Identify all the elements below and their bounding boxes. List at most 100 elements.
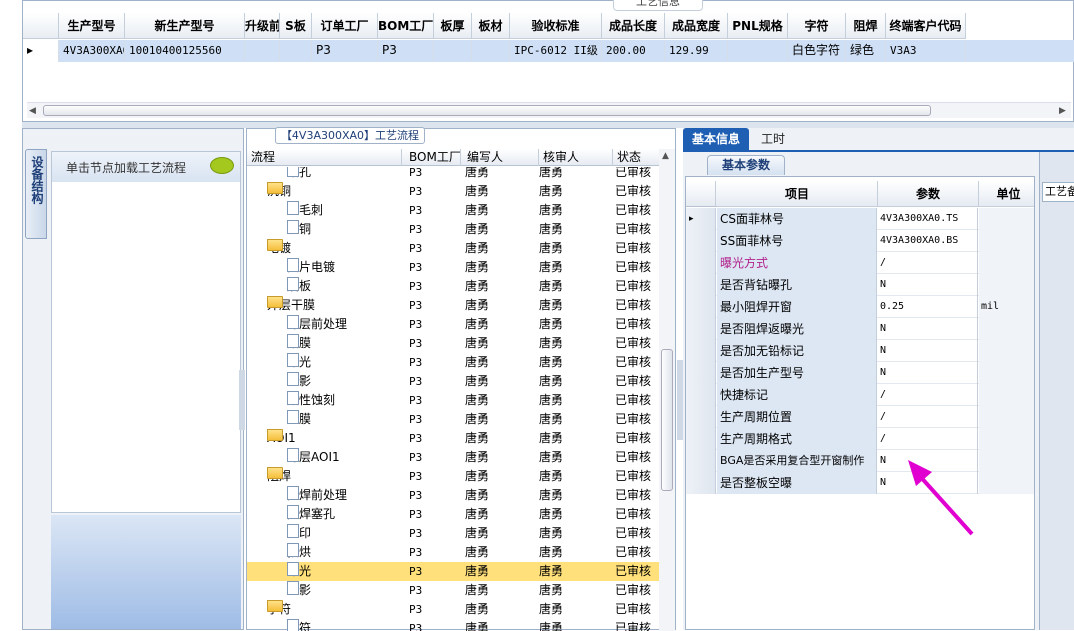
col-header[interactable]: 订单工厂 (312, 13, 378, 39)
row-selector[interactable] (686, 472, 716, 494)
table-cell[interactable] (280, 40, 312, 62)
tab-work-hours[interactable]: 工时 (753, 128, 793, 150)
row-selector[interactable] (686, 252, 716, 274)
tree-row[interactable]: 外层AOI1 P3 唐勇 唐勇 已审核 (247, 448, 661, 467)
tree-node-label[interactable]: 预烘 (287, 543, 311, 562)
tree-row[interactable]: −沉铜 P3 唐勇 唐勇 已审核 (247, 182, 661, 201)
tree-node-label[interactable]: −外层干膜 (267, 296, 315, 315)
col-header[interactable]: PNL规格 (728, 13, 788, 39)
vertical-tab-equipment[interactable]: 设备结构 (25, 149, 47, 239)
param-row[interactable]: ▸ CS面菲林号 4V3A300XA0.TS (686, 208, 1034, 230)
row-selector[interactable] (686, 340, 716, 362)
param-row[interactable]: 是否背钻曝孔 N (686, 274, 1034, 296)
tree-node-label[interactable]: 外层AOI1 (287, 448, 340, 467)
tree-node-label[interactable]: 外层前处理 (287, 315, 347, 334)
row-selector[interactable] (686, 406, 716, 428)
table-cell[interactable]: 白色字符 (788, 40, 846, 62)
table-cell[interactable]: 129.99 (665, 40, 728, 62)
tree-node-label[interactable]: 酸性蚀刻 (287, 391, 335, 410)
process-tree[interactable]: 钻孔P3唐勇唐勇已审核−沉铜P3唐勇唐勇已审核去毛刺P3唐勇唐勇已审核沉铜P3唐… (247, 167, 661, 631)
row-selector[interactable] (686, 450, 716, 472)
tree-node-label[interactable]: 钻孔 (287, 167, 311, 182)
param-row[interactable]: 快捷标记 / (686, 384, 1034, 406)
tree-node-label[interactable]: 曝光 (287, 562, 311, 581)
table-cell[interactable]: V3A3 (886, 40, 966, 62)
scroll-thumb[interactable] (661, 349, 673, 491)
tree-row[interactable]: 字符 P3 唐勇 唐勇 已审核 (247, 619, 661, 631)
tree-row[interactable]: 显影 P3 唐勇 唐勇 已审核 (247, 372, 661, 391)
tree-node-label[interactable]: 显影 (287, 581, 311, 600)
col-header[interactable]: 核审人 (539, 149, 613, 166)
tree-row[interactable]: 预烘 P3 唐勇 唐勇 已审核 (247, 543, 661, 562)
tree-node-label[interactable]: −字符 (267, 600, 291, 619)
tree-node-label[interactable]: 负片电镀 (287, 258, 335, 277)
param-value[interactable]: N (878, 340, 978, 362)
subtab-basic-params[interactable]: 基本参数 (707, 155, 785, 175)
col-header[interactable]: 生产型号 (59, 13, 125, 39)
tree-node-label[interactable]: 丝印 (287, 524, 311, 543)
param-row[interactable]: 生产周期位置 / (686, 406, 1034, 428)
param-row[interactable]: 生产周期格式 / (686, 428, 1034, 450)
tree-node-label[interactable]: −阻焊 (267, 467, 291, 486)
tree-row[interactable]: −字符 P3 唐勇 唐勇 已审核 (247, 600, 661, 619)
scroll-up-arrow-icon[interactable]: ▲ (662, 151, 669, 161)
param-row[interactable]: 最小阻焊开窗 0.25 mil (686, 296, 1034, 318)
row-selector[interactable]: ▸ (686, 208, 716, 230)
tree-node-label[interactable]: 磨板 (287, 277, 311, 296)
tree-row[interactable]: 显影 P3 唐勇 唐勇 已审核 (247, 581, 661, 600)
tree-row[interactable]: 阻焊前处理 P3 唐勇 唐勇 已审核 (247, 486, 661, 505)
tree-node-label[interactable]: 字符 (287, 619, 311, 631)
row-selector[interactable] (686, 384, 716, 406)
tree-node-label[interactable]: 去毛刺 (287, 201, 323, 220)
param-value[interactable]: / (878, 384, 978, 406)
row-selector[interactable] (686, 230, 716, 252)
tree-row[interactable]: 去毛刺 P3 唐勇 唐勇 已审核 (247, 201, 661, 220)
table-cell[interactable]: 4V3A300XA0 (59, 40, 125, 62)
col-header[interactable]: 流程 (247, 149, 402, 166)
tree-row[interactable]: −AOI1 P3 唐勇 唐勇 已审核 (247, 429, 661, 448)
col-header[interactable]: 板厚 (434, 13, 472, 39)
tree-row[interactable]: −阻焊 P3 唐勇 唐勇 已审核 (247, 467, 661, 486)
table-cell[interactable] (472, 40, 510, 62)
param-value[interactable]: N (878, 318, 978, 340)
tree-row[interactable]: 负片电镀 P3 唐勇 唐勇 已审核 (247, 258, 661, 277)
vertical-scrollbar[interactable]: ▲ (659, 149, 675, 631)
scroll-left-arrow-icon[interactable]: ◀ (29, 106, 36, 116)
table-cell[interactable]: P3 (378, 40, 434, 62)
col-header[interactable]: 新生产型号 (125, 13, 245, 39)
tab-basic-info[interactable]: 基本信息 (683, 128, 749, 150)
table-cell[interactable] (434, 40, 472, 62)
splitter-left[interactable] (239, 370, 245, 430)
param-value[interactable]: / (878, 428, 978, 450)
table-cell[interactable] (245, 40, 280, 62)
tree-row[interactable]: 曝光 P3 唐勇 唐勇 已审核 (247, 562, 661, 581)
horizontal-scrollbar[interactable]: ◀ ▶ (27, 102, 1071, 118)
tree-node-label[interactable]: 退膜 (287, 410, 311, 429)
tree-row[interactable]: 阻焊塞孔 P3 唐勇 唐勇 已审核 (247, 505, 661, 524)
row-selector[interactable] (686, 428, 716, 450)
table-cell[interactable] (728, 40, 788, 62)
row-selector[interactable] (686, 296, 716, 318)
param-row[interactable]: 是否整板空曝 N (686, 472, 1034, 494)
col-header[interactable]: 验收标准 (510, 13, 602, 39)
scroll-right-arrow-icon[interactable]: ▶ (1059, 106, 1066, 116)
param-value[interactable]: 0.25 (878, 296, 978, 318)
param-value[interactable]: N (878, 362, 978, 384)
col-header[interactable]: 升级前旧生产型号 (245, 13, 280, 39)
param-row[interactable]: 是否阻焊返曝光 N (686, 318, 1034, 340)
tree-row[interactable]: 钻孔 P3 唐勇 唐勇 已审核 (247, 167, 661, 182)
tree-node-label[interactable]: 显影 (287, 372, 311, 391)
col-header[interactable]: 编写人 (463, 149, 539, 166)
tree-node-label[interactable]: 曝光 (287, 353, 311, 372)
tree-node-label[interactable]: −AOI1 (267, 429, 296, 448)
col-header[interactable]: BOM工厂 (378, 13, 434, 39)
tree-node-label[interactable]: −电镀 (267, 239, 291, 258)
row-selector[interactable] (686, 362, 716, 384)
row-selector[interactable] (686, 318, 716, 340)
tree-row[interactable]: 退膜 P3 唐勇 唐勇 已审核 (247, 410, 661, 429)
col-header[interactable]: 字符 (788, 13, 846, 39)
col-header[interactable]: 状态 (613, 149, 661, 166)
tree-node-label[interactable]: 阻焊塞孔 (287, 505, 335, 524)
col-header[interactable]: BOM工厂 (405, 149, 461, 166)
param-row[interactable]: 是否加无铅标记 N (686, 340, 1034, 362)
